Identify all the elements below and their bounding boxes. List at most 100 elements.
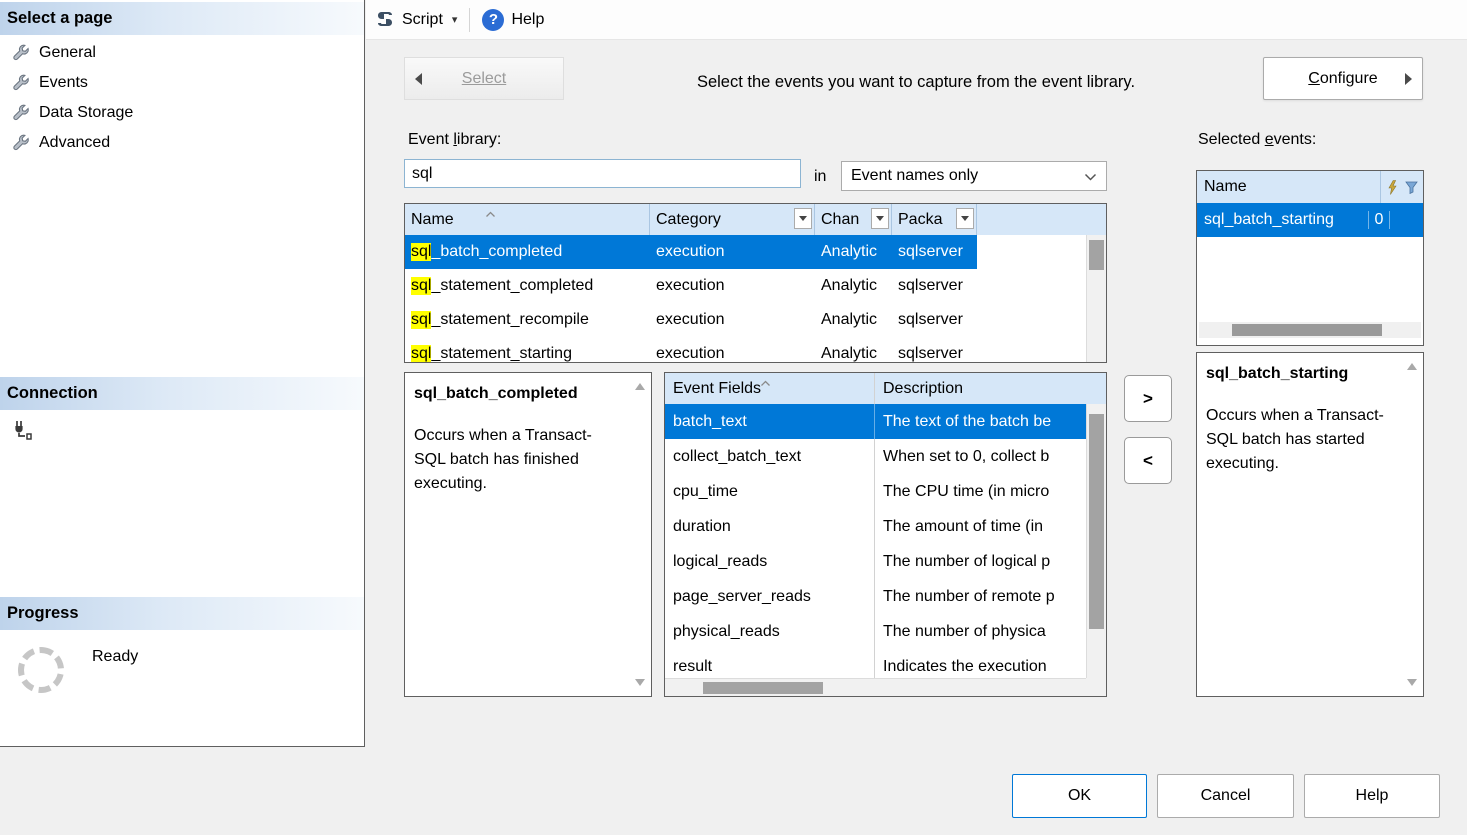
column-header-name[interactable]: Name	[405, 204, 650, 235]
scroll-down-icon[interactable]	[1407, 679, 1417, 686]
header-icons	[1380, 171, 1423, 203]
wrench-icon	[12, 134, 30, 152]
toolbar-separator	[469, 8, 470, 32]
sidebar-item-advanced[interactable]: Advanced	[0, 128, 364, 158]
selected-event-description-panel: sql_batch_starting Occurs when a Transac…	[1196, 352, 1424, 697]
script-button-label: Script	[402, 11, 443, 29]
event-row-sql-statement-starting[interactable]: sql_statement_starting execution Analyti…	[405, 337, 977, 363]
scrollbar-horizontal[interactable]	[665, 678, 1086, 696]
arrow-right-icon	[1405, 73, 1412, 85]
fields-table-header: Event Fields Description	[665, 373, 1106, 404]
progress-area: Ready	[0, 645, 364, 715]
help-button-label: Help	[511, 11, 544, 29]
scrollbar-thumb[interactable]	[703, 682, 823, 694]
filter-dropdown-button[interactable]	[871, 208, 889, 229]
dialog-footer: OK Cancel Help	[0, 747, 1467, 835]
selected-description-body: Occurs when a Transact-SQL batch has sta…	[1206, 404, 1393, 476]
field-row-page-server-reads[interactable]: page_server_reads The number of remote p	[665, 579, 1086, 614]
event-library-label: Event library:	[408, 131, 501, 149]
scrollbar-corner	[1086, 678, 1106, 696]
arrow-left-icon	[415, 73, 422, 85]
field-row-collect-batch-text[interactable]: collect_batch_text When set to 0, collec…	[665, 439, 1086, 474]
in-label: in	[814, 168, 826, 186]
column-header-channel[interactable]: Chan	[815, 204, 892, 235]
connection-header: Connection	[0, 377, 364, 410]
scrollbar-thumb[interactable]	[1232, 324, 1382, 336]
search-match-highlight: sql	[411, 311, 431, 329]
chevron-down-icon: ▾	[452, 13, 458, 26]
scroll-up-icon[interactable]	[1407, 363, 1417, 370]
selected-events-table: Name sql_batch_starting 0	[1196, 170, 1424, 346]
event-row-sql-statement-completed[interactable]: sql_statement_completed execution Analyt…	[405, 269, 977, 303]
sidebar-item-general[interactable]: General	[0, 38, 364, 68]
help-icon: ?	[482, 9, 504, 31]
help-button[interactable]: ? Help	[473, 4, 553, 36]
search-scope-dropdown[interactable]: Event names only	[841, 161, 1107, 191]
scrollbar-thumb[interactable]	[1089, 414, 1104, 629]
scrollbar-thumb[interactable]	[1089, 240, 1104, 270]
selected-description-title: sql_batch_starting	[1206, 362, 1393, 386]
scrollbar-vertical[interactable]	[1086, 404, 1106, 678]
select-button[interactable]: Select	[404, 57, 564, 100]
wrench-icon	[12, 74, 30, 92]
select-a-page-header: Select a page	[0, 2, 364, 35]
script-button[interactable]: Script ▾	[366, 4, 466, 36]
configure-button[interactable]: Configure	[1263, 57, 1423, 100]
sidebar-item-label: Advanced	[39, 134, 110, 152]
chevron-down-icon	[1084, 173, 1097, 181]
filter-dropdown-button[interactable]	[794, 208, 812, 229]
add-event-button[interactable]: >	[1124, 375, 1172, 422]
progress-status: Ready	[92, 648, 138, 666]
selected-events-label: Selected events:	[1198, 131, 1316, 149]
sidebar-item-label: Events	[39, 74, 88, 92]
event-table-header: Name Category Chan Packa	[405, 204, 1106, 235]
column-header-package[interactable]: Packa	[892, 204, 977, 235]
progress-header: Progress	[0, 597, 364, 630]
script-icon	[375, 10, 395, 30]
search-match-highlight: sql	[411, 277, 431, 295]
search-match-highlight: sql	[411, 243, 431, 261]
column-header-description[interactable]: Description	[875, 373, 1106, 404]
ok-button[interactable]: OK	[1012, 774, 1147, 818]
cancel-button[interactable]: Cancel	[1157, 774, 1294, 818]
scroll-down-icon[interactable]	[635, 679, 645, 686]
event-row-sql-statement-recompile[interactable]: sql_statement_recompile execution Analyt…	[405, 303, 977, 337]
sort-ascending-icon	[485, 205, 496, 223]
field-row-cpu-time[interactable]: cpu_time The CPU time (in micro	[665, 474, 1086, 509]
lightning-icon[interactable]	[1386, 180, 1399, 195]
field-row-batch-text[interactable]: batch_text The text of the batch be	[665, 404, 1086, 439]
filter-dropdown-button[interactable]	[956, 208, 974, 229]
filter-funnel-icon[interactable]	[1405, 181, 1418, 194]
scrollbar-vertical[interactable]	[1086, 235, 1106, 362]
field-row-physical-reads[interactable]: physical_reads The number of physica	[665, 614, 1086, 649]
column-header-name[interactable]: Name	[1204, 171, 1380, 203]
sidebar: Select a page General Events Data Storag…	[0, 0, 365, 747]
selected-table-header: Name	[1197, 171, 1423, 203]
column-header-event-fields[interactable]: Event Fields	[665, 373, 875, 404]
field-row-logical-reads[interactable]: logical_reads The number of logical p	[665, 544, 1086, 579]
field-row-duration[interactable]: duration The amount of time (in	[665, 509, 1086, 544]
wrench-icon	[12, 44, 30, 62]
event-search-input[interactable]	[404, 159, 801, 188]
toolbar: Script ▾ ? Help	[366, 0, 1467, 40]
new-session-dialog: Select a page General Events Data Storag…	[0, 0, 1467, 835]
remove-event-button[interactable]: <	[1124, 437, 1172, 484]
events-page-content: Select Select the events you want to cap…	[366, 40, 1467, 747]
scroll-up-icon[interactable]	[635, 383, 645, 390]
wrench-icon	[12, 104, 30, 122]
event-library-table: Name Category Chan Packa sql_batch_compl…	[404, 203, 1107, 363]
select-button-label: Select	[462, 70, 506, 88]
sidebar-item-events[interactable]: Events	[0, 68, 364, 98]
sidebar-item-data-storage[interactable]: Data Storage	[0, 98, 364, 128]
event-row-sql-batch-completed[interactable]: sql_batch_completed execution Analytic s…	[405, 235, 977, 269]
help-button-footer[interactable]: Help	[1304, 774, 1440, 818]
instruction-text: Select the events you want to capture fr…	[616, 73, 1216, 92]
search-scope-value: Event names only	[851, 167, 978, 185]
search-match-highlight: sql	[411, 345, 431, 363]
selected-event-row-sql-batch-starting[interactable]: sql_batch_starting 0	[1197, 203, 1423, 237]
scrollbar-horizontal[interactable]	[1199, 322, 1421, 338]
column-header-category[interactable]: Category	[650, 204, 815, 235]
event-fields-table: Event Fields Description batch_text The …	[664, 372, 1107, 697]
progress-spinner-icon	[18, 647, 64, 693]
connection-icon	[12, 420, 36, 447]
